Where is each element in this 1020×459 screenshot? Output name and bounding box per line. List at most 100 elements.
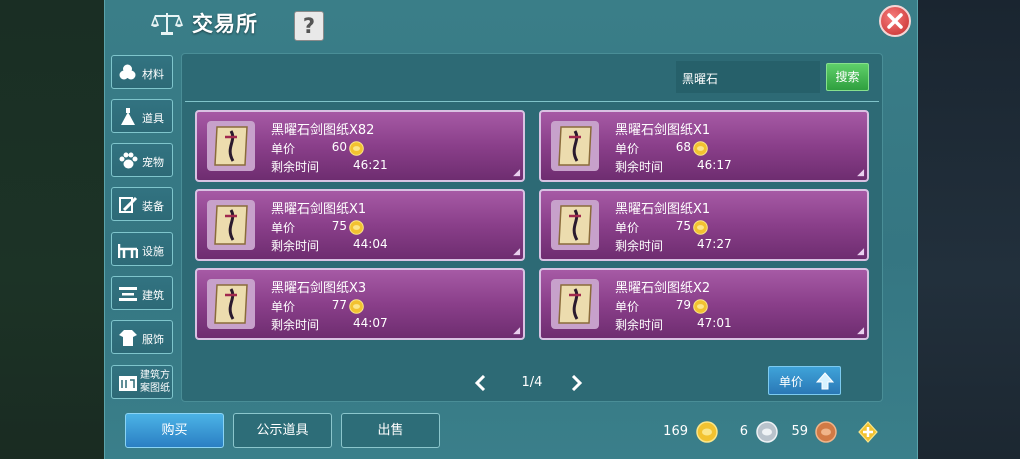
item-icon (121, 108, 135, 125)
close-icon (887, 13, 903, 29)
sell-button[interactable]: 出售 (341, 413, 440, 448)
sidebar-item-label: 建筑 (142, 289, 164, 302)
gold-coin-icon (696, 421, 718, 443)
clothing-icon (119, 330, 137, 346)
next-page-icon[interactable] (571, 375, 583, 391)
sidebar-item-label: 装备 (142, 200, 164, 213)
time-label: 剩余时间 (615, 160, 664, 174)
game-scene-right (910, 0, 1020, 459)
item-name: 黑曜石剑图纸X1 (271, 202, 367, 217)
buy-button[interactable]: 购买 (125, 413, 224, 448)
listing-card[interactable]: 黑曜石剑图纸X1 单价 75 剩余时间 44:04 ◢ (195, 189, 525, 261)
time-label: 剩余时间 (271, 239, 320, 253)
blueprint-scroll-icon (207, 121, 255, 171)
gold-coin-icon (693, 220, 708, 235)
corner-mark-icon: ◢ (513, 326, 520, 336)
copper-coin-icon (815, 421, 837, 443)
divider (185, 101, 879, 102)
add-currency-icon[interactable] (857, 421, 879, 443)
item-price: 60 (331, 140, 347, 154)
time-remaining: 46:21 (353, 158, 388, 172)
close-button[interactable] (879, 5, 911, 37)
time-remaining: 47:01 (697, 316, 732, 330)
corner-mark-icon: ◢ (857, 247, 864, 257)
page-indicator: 1/4 (521, 375, 543, 390)
time-remaining: 47:27 (697, 237, 732, 251)
gold-coin-icon (349, 299, 364, 314)
time-remaining: 46:17 (697, 158, 732, 172)
item-price: 79 (675, 298, 691, 312)
equipment-icon (119, 196, 138, 213)
facility-icon (118, 244, 138, 258)
sidebar-item-clothing[interactable]: 服饰 (111, 320, 173, 354)
game-scene-left (0, 0, 104, 459)
sidebar-item-buildings[interactable]: 建筑 (111, 276, 173, 310)
listing-card[interactable]: 黑曜石剑图纸X82 单价 60 剩余时间 46:21 ◢ (195, 110, 525, 182)
sidebar-item-label: 宠物 (142, 156, 164, 169)
sidebar-item-pets[interactable]: 宠物 (111, 143, 173, 177)
item-price: 75 (331, 219, 347, 233)
time-label: 剩余时间 (271, 318, 320, 332)
building-icon (119, 287, 137, 301)
page-title: 交易所 (192, 11, 258, 36)
search-input[interactable]: 黑曜石 (676, 61, 820, 93)
item-name: 黑曜石剑图纸X82 (271, 123, 375, 138)
paw-icon (119, 152, 138, 169)
sidebar-item-label: 服饰 (142, 333, 164, 346)
sidebar-item-label: 建筑方案图纸 (140, 370, 170, 394)
price-label: 单价 (615, 221, 640, 235)
corner-mark-icon: ◢ (857, 326, 864, 336)
blueprint-scroll-icon (551, 200, 599, 250)
silver-coin-icon (756, 421, 778, 443)
blueprint-icon (119, 376, 137, 391)
time-label: 剩余时间 (615, 239, 664, 253)
corner-mark-icon: ◢ (513, 168, 520, 178)
time-remaining: 44:04 (353, 237, 388, 251)
silver-amount: 6 (739, 424, 748, 439)
item-name: 黑曜石剑图纸X3 (271, 281, 367, 296)
price-label: 单价 (615, 300, 640, 314)
blueprint-scroll-icon (207, 200, 255, 250)
scales-icon (150, 13, 184, 35)
item-name: 黑曜石剑图纸X2 (615, 281, 711, 296)
time-remaining: 44:07 (353, 316, 388, 330)
blueprint-scroll-icon (207, 279, 255, 329)
sidebar-item-items[interactable]: 道具 (111, 99, 173, 133)
price-label: 单价 (271, 300, 296, 314)
materials-icon (119, 64, 136, 80)
sort-by-price-button[interactable]: 单价 (768, 366, 841, 395)
copper-amount: 59 (791, 424, 808, 439)
time-label: 剩余时间 (615, 318, 664, 332)
item-name: 黑曜石剑图纸X1 (615, 123, 711, 138)
gold-coin-icon (693, 299, 708, 314)
prev-page-icon[interactable] (474, 375, 486, 391)
sidebar-item-label: 道具 (142, 112, 164, 125)
price-label: 单价 (615, 142, 640, 156)
corner-mark-icon: ◢ (857, 168, 864, 178)
sidebar-item-facilities[interactable]: 设施 (111, 232, 173, 266)
price-label: 单价 (271, 142, 296, 156)
item-price: 75 (675, 219, 691, 233)
item-price: 68 (675, 140, 691, 154)
listing-card[interactable]: 黑曜石剑图纸X2 单价 79 剩余时间 47:01 ◢ (539, 268, 869, 340)
blueprint-scroll-icon (551, 279, 599, 329)
listing-card[interactable]: 黑曜石剑图纸X3 单价 77 剩余时间 44:07 ◢ (195, 268, 525, 340)
sidebar-item-materials[interactable]: 材料 (111, 55, 173, 89)
sidebar-item-equipment[interactable]: 装备 (111, 187, 173, 221)
help-button[interactable]: ? (294, 11, 324, 41)
gold-coin-icon (349, 141, 364, 156)
sidebar-item-label: 材料 (142, 68, 164, 81)
search-button[interactable]: 搜索 (826, 63, 869, 91)
item-price: 77 (331, 298, 347, 312)
publish-items-button[interactable]: 公示道具 (233, 413, 332, 448)
sort-arrow-icon (816, 372, 834, 390)
listing-card[interactable]: 黑曜石剑图纸X1 单价 75 剩余时间 47:27 ◢ (539, 189, 869, 261)
gold-coin-icon (693, 141, 708, 156)
sidebar-item-blueprints[interactable]: 建筑方案图纸 (111, 365, 173, 399)
listing-card[interactable]: 黑曜石剑图纸X1 单价 68 剩余时间 46:17 ◢ (539, 110, 869, 182)
sort-label: 单价 (779, 375, 804, 389)
gold-coin-icon (349, 220, 364, 235)
price-label: 单价 (271, 221, 296, 235)
sidebar-item-label: 设施 (142, 245, 164, 258)
gold-amount: 169 (663, 424, 688, 439)
